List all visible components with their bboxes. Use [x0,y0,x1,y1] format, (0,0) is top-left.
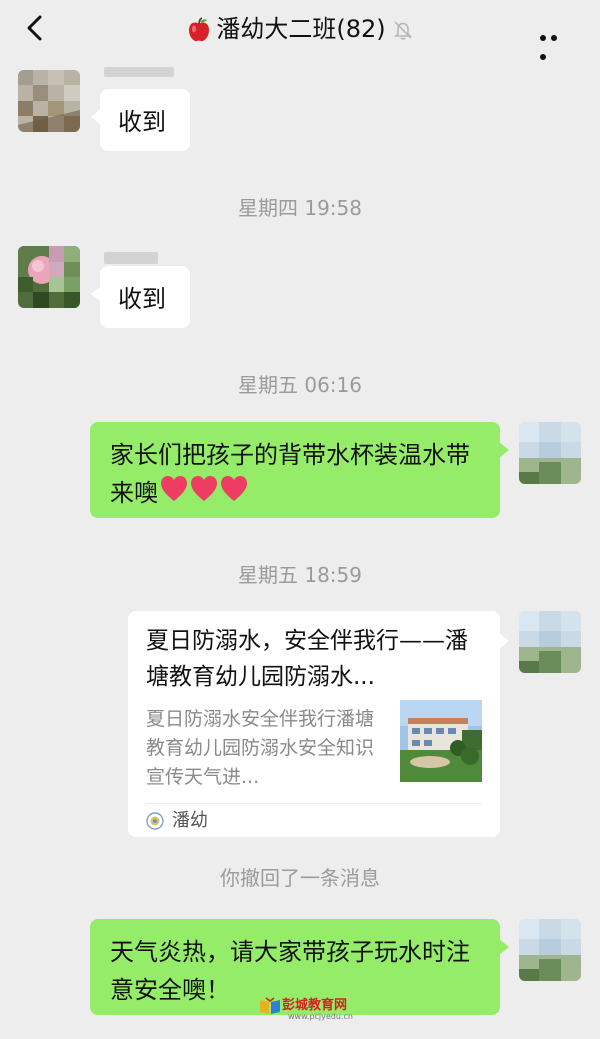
message-bubble[interactable]: 家长们把孩子的背带水杯装温水带来噢 [90,422,509,518]
sender-name-redacted [104,67,174,77]
sender-name-redacted [104,252,158,264]
chat-title-wrap: 潘幼大二班(82) [0,12,600,46]
card-title: 夏日防溺水，安全伴我行——潘塘教育幼儿园防溺水... [146,628,468,690]
my-avatar[interactable] [519,611,581,673]
avatar[interactable] [18,70,80,132]
red-apple-icon [189,17,210,42]
watermark-url: www.pcjyedu.cn [288,1011,353,1021]
timestamp: 星期五 06:16 [238,373,362,397]
more-dots-icon[interactable] [540,26,572,60]
card-divider [146,803,482,804]
timestamp: 星期四 19:58 [238,196,362,220]
message-bubble[interactable]: 收到 [91,266,190,328]
recall-notice: 你撤回了一条消息 [220,866,380,890]
link-card[interactable]: 夏日防溺水，安全伴我行——潘塘教育幼儿园防溺水... 夏日防溺水安全伴我行潘塘教… [128,611,509,837]
message-text: 收到 [118,285,166,313]
bell-muted-icon [393,21,412,40]
card-source: 潘幼 [146,807,208,835]
message-bubble[interactable]: 收到 [91,89,190,151]
card-source-name: 潘幼 [172,810,208,831]
my-avatar[interactable] [519,422,581,484]
site-watermark: 彭城教育网 www.pcjyedu.cn [258,994,353,1022]
heart-emoji-icons [160,475,248,514]
chat-header: 潘幼大二班(82) [0,0,600,60]
card-thumbnail [400,700,482,782]
chat-title: 潘幼大二班(82) [216,15,386,43]
avatar[interactable] [18,246,80,308]
message-text: 收到 [118,108,166,136]
watermark-text: 彭城教育网 [282,998,348,1013]
timestamp: 星期五 18:59 [238,563,362,587]
card-description: 夏日防溺水安全伴我行潘塘教育幼儿园防溺水安全知识宣传天气进... [146,708,375,788]
kindergarten-logo-icon [146,812,164,830]
book-logo-icon [260,996,280,1014]
my-avatar[interactable] [519,919,581,981]
